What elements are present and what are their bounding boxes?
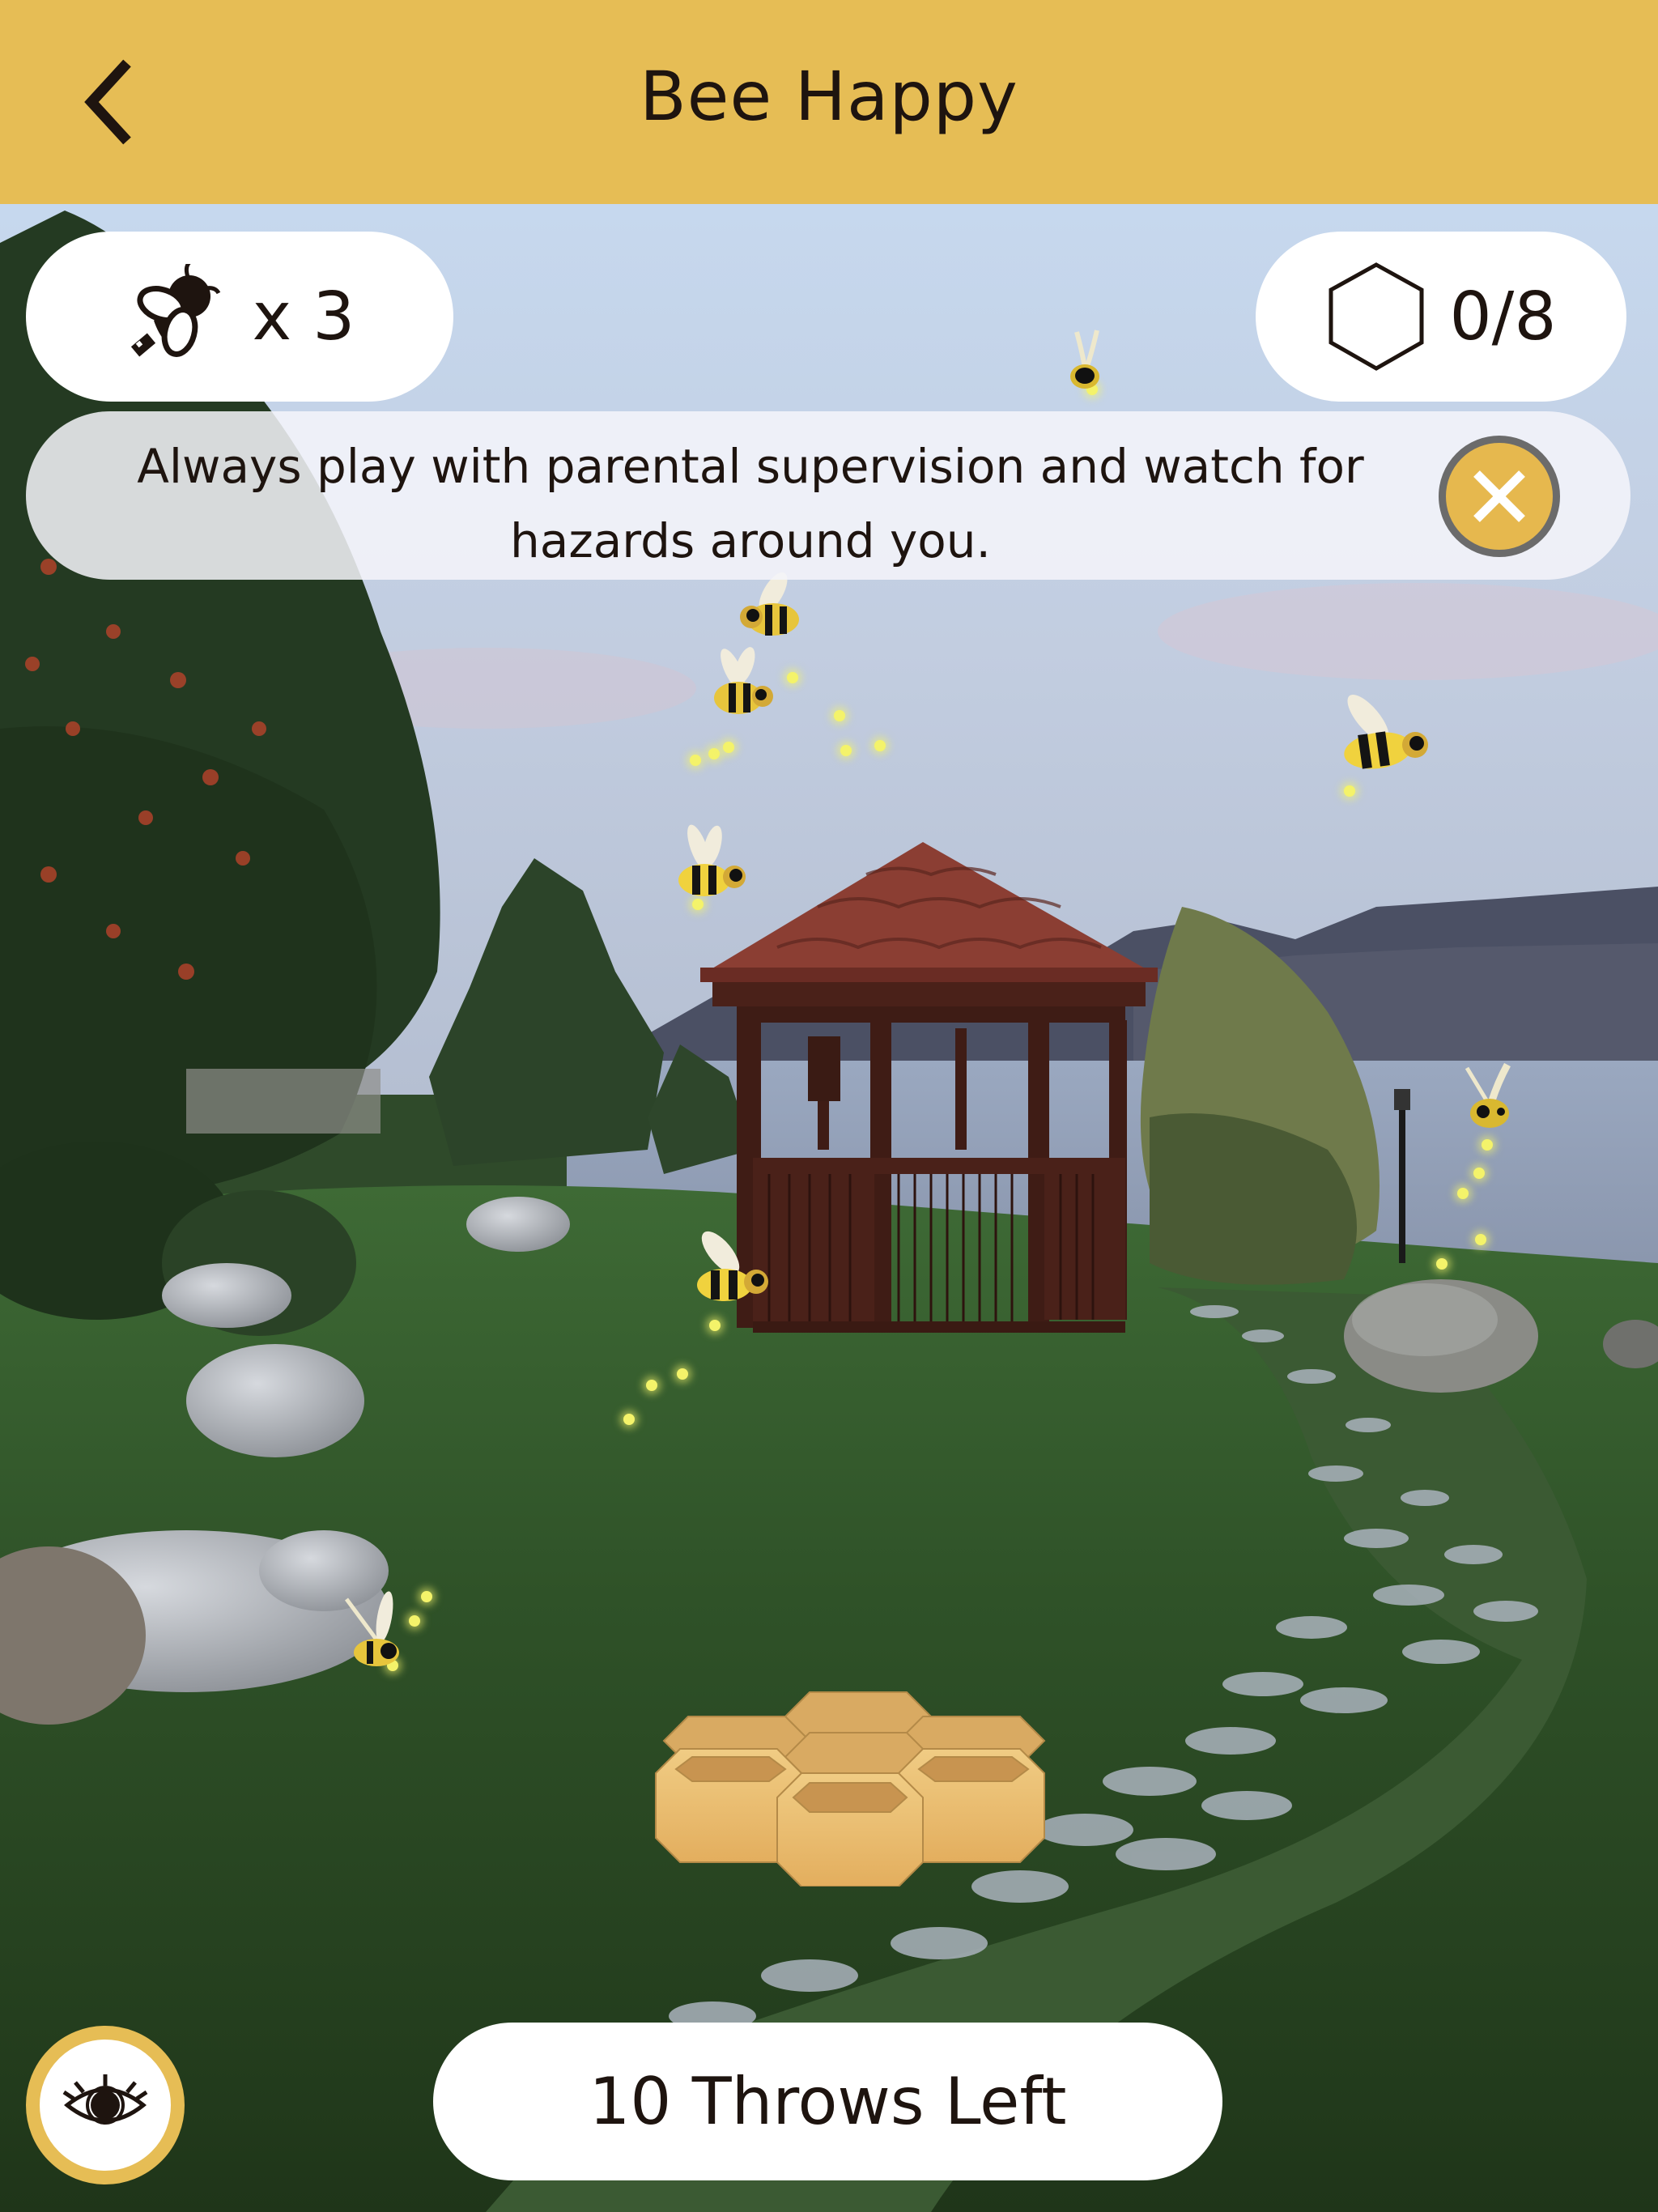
top-nav-bar: Bee Happy — [0, 0, 1658, 204]
flying-bee[interactable] — [688, 1220, 777, 1309]
pollen-glow — [723, 742, 734, 753]
flying-bee[interactable] — [729, 572, 810, 645]
pollen-glow — [677, 1368, 688, 1380]
pollen-glow — [690, 755, 701, 766]
pollen-glow — [709, 1320, 721, 1331]
pollen-glow — [834, 710, 845, 721]
flying-bee[interactable] — [704, 641, 785, 722]
pollen-glow — [421, 1591, 432, 1602]
view-toggle-button[interactable] — [26, 2026, 185, 2184]
close-x-icon — [1473, 470, 1525, 522]
pollen-glow — [840, 745, 852, 756]
hive-count-value: 0/8 — [1449, 278, 1557, 355]
flying-bee[interactable] — [1061, 324, 1109, 397]
flying-bee[interactable] — [1328, 690, 1433, 779]
pollen-glow — [1473, 1168, 1485, 1179]
pollen-glow — [646, 1380, 657, 1391]
hive-count-badge: 0/8 — [1256, 232, 1626, 402]
pollen-glow — [1436, 1258, 1448, 1270]
pollen-glow — [1482, 1139, 1493, 1151]
eye-icon — [62, 2074, 148, 2125]
pollen-glow — [874, 740, 886, 751]
honeycomb-icon[interactable] — [648, 1676, 1061, 1887]
safety-warning-text: Always play with parental supervision an… — [137, 439, 1364, 568]
throws-left-button[interactable]: 10 Throws Left — [433, 2023, 1222, 2180]
pollen-glow — [1457, 1188, 1469, 1199]
pollen-glow — [787, 672, 798, 683]
bee-count-badge: x 3 — [26, 232, 453, 402]
pollen-glow — [623, 1414, 635, 1425]
flying-bee[interactable] — [1457, 1058, 1522, 1139]
bee-icon — [130, 264, 220, 357]
page-title: Bee Happy — [640, 57, 1018, 136]
pollen-glow — [1344, 785, 1355, 797]
hexagon-icon — [1329, 262, 1424, 371]
safety-warning-banner: Always play with parental supervision an… — [26, 411, 1630, 580]
pollen-glow — [1475, 1234, 1486, 1245]
flying-bee[interactable] — [668, 815, 757, 904]
bee-count-value: x 3 — [252, 278, 355, 355]
dismiss-warning-button[interactable] — [1439, 436, 1560, 557]
flying-bee[interactable] — [340, 1585, 413, 1674]
pollen-glow — [708, 748, 720, 759]
